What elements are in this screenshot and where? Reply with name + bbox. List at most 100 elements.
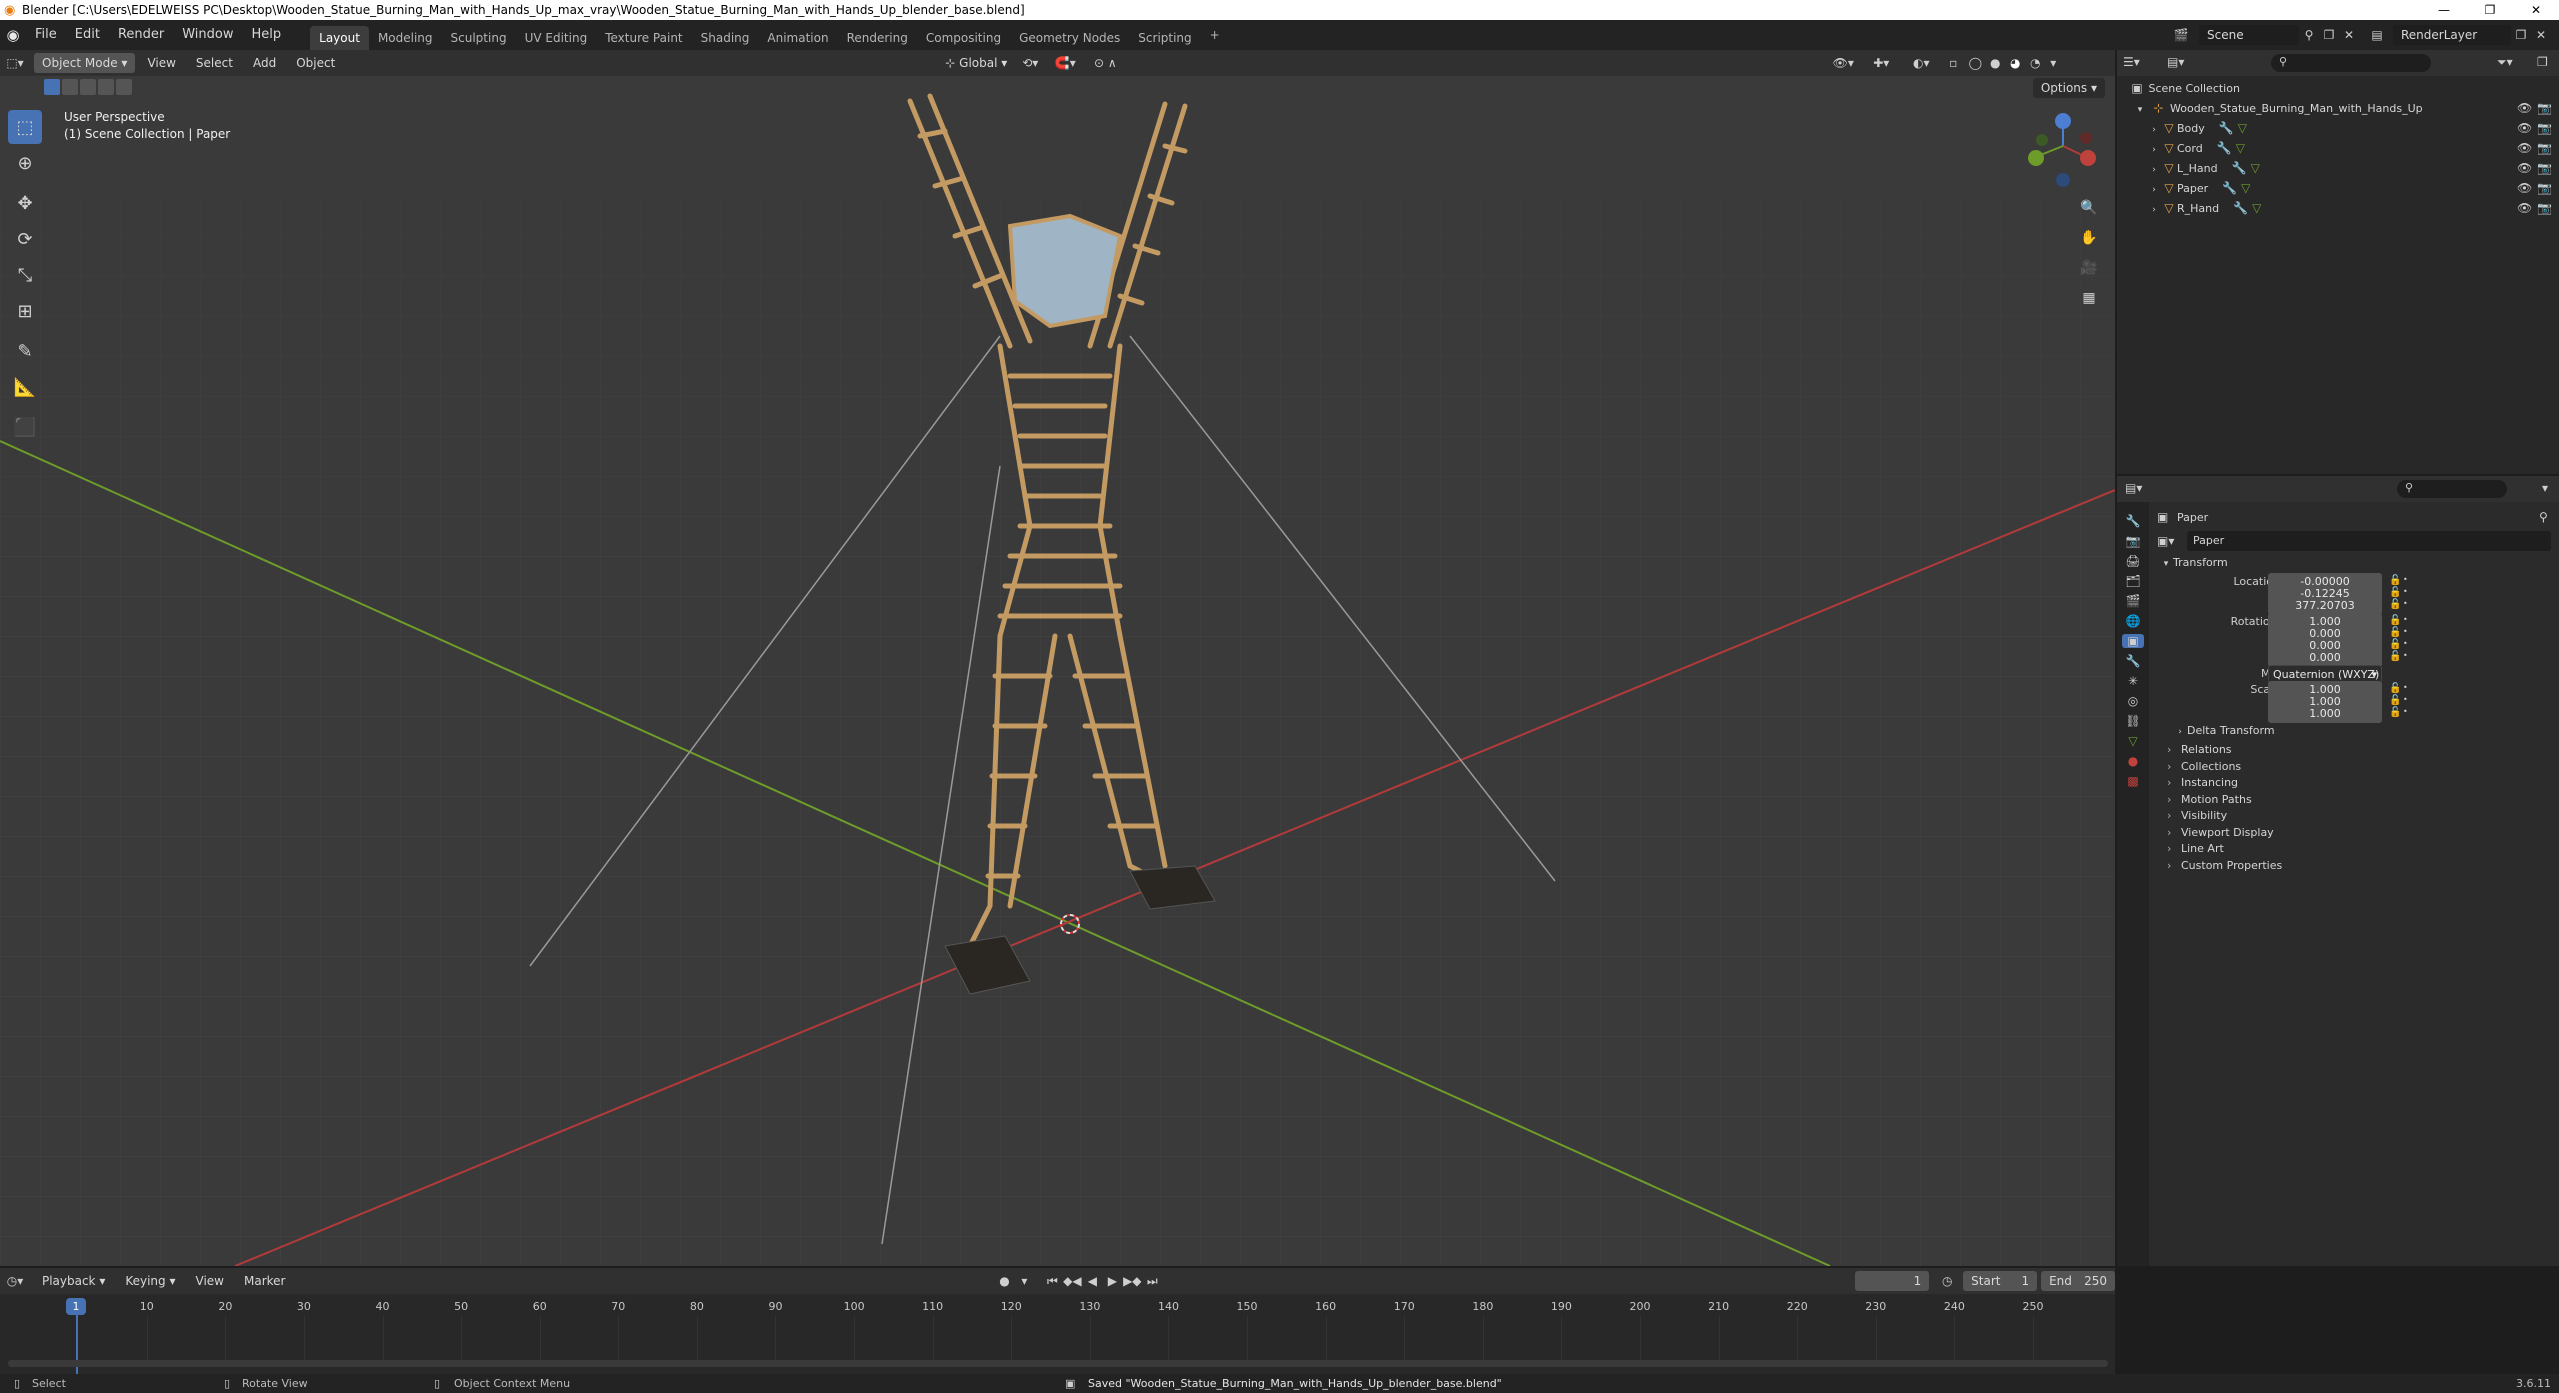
play-icon[interactable]: ▶ (1102, 1274, 1122, 1288)
render-camera-icon[interactable]: 📷 (2537, 178, 2552, 198)
xray-icon[interactable]: ▫ (1941, 56, 1965, 70)
proportional-edit-icon[interactable]: ⊙ ∧ (1085, 56, 1125, 70)
scene-field[interactable]: Scene (2199, 25, 2299, 45)
menu-edit[interactable]: Edit (66, 20, 109, 50)
jump-keyframe-forward-icon[interactable]: ▶◆ (1122, 1274, 1142, 1288)
pin-icon[interactable]: ⚲ (2299, 28, 2319, 42)
outliner-object-row[interactable]: › ▽ Paper 🔧 ▽ 👁 📷 (2117, 178, 2559, 198)
outliner-search-input[interactable]: ⚲ (2271, 54, 2431, 72)
auto-keying-icon[interactable]: ● (992, 1274, 1016, 1288)
visibility-eye-icon[interactable]: 👁 (2517, 118, 2532, 138)
transform-orientation-dropdown[interactable]: ⊹ Global ▾ (937, 53, 1015, 73)
gizmo-z-axis-icon[interactable] (2055, 113, 2071, 129)
gizmo-y-axis-icon[interactable] (2028, 150, 2044, 166)
menu-help[interactable]: Help (243, 20, 291, 50)
select-invert-icon[interactable] (98, 79, 114, 95)
visibility-eye-icon[interactable]: 👁 (2517, 178, 2532, 198)
lock-icon[interactable]: 🔓 (2389, 599, 2401, 610)
render-camera-icon[interactable]: 📷 (2537, 198, 2552, 218)
keyframe-dot-icon[interactable]: • (2403, 627, 2408, 636)
annotate-tool-icon[interactable]: ✎ (8, 334, 42, 368)
expand-chevron-icon[interactable]: › (2147, 160, 2161, 180)
close-button[interactable]: ✕ (2513, 0, 2559, 20)
keyframe-dot-icon[interactable]: • (2403, 575, 2408, 584)
workspace-tab-texture-paint[interactable]: Texture Paint (596, 26, 691, 50)
scale-z-field[interactable]: 1.000 (2268, 705, 2382, 723)
blender-menu-icon[interactable]: ◉ (0, 26, 26, 44)
panel-viewport-display[interactable]: › Viewport Display (2159, 825, 2551, 840)
display-mode-icon[interactable]: ▤▾ (2167, 55, 2184, 69)
end-frame-field[interactable]: End 250 (2041, 1271, 2116, 1291)
outliner-editor-type-icon[interactable]: ☰▾ (2123, 55, 2140, 69)
physics-tab-icon[interactable]: ◎ (2128, 694, 2138, 708)
outliner-object-row[interactable]: › ▽ Body 🔧 ▽ 👁 📷 (2117, 118, 2559, 138)
3d-viewport[interactable]: User Perspective (1) Scene Collection | … (0, 76, 2115, 1266)
expand-chevron-icon[interactable]: › (2147, 180, 2161, 200)
rotate-tool-icon[interactable]: ⟳ (8, 222, 42, 256)
preview-range-clock-icon[interactable]: ◷ (1935, 1274, 1959, 1288)
lock-icon[interactable]: 🔓 (2389, 639, 2401, 650)
overlay-icon[interactable]: ◐▾ (1901, 56, 1941, 70)
current-frame-field[interactable]: 1 (1855, 1271, 1930, 1291)
delta-transform-subpanel[interactable]: › Delta Transform (2173, 724, 2274, 737)
keyframe-dot-icon[interactable]: • (2403, 651, 2408, 660)
keyframe-dot-icon[interactable]: • (2403, 695, 2408, 704)
render-camera-icon[interactable]: 📷 (2537, 118, 2552, 138)
pivot-icon[interactable]: ⟲▾ (1015, 56, 1045, 70)
ortho-toggle-icon[interactable]: ▦ (2075, 284, 2103, 312)
texture-tab-icon[interactable]: ▩ (2127, 774, 2138, 788)
jump-end-icon[interactable]: ⏭ (1142, 1274, 1162, 1289)
constraints-tab-icon[interactable]: ⛓ (2125, 714, 2140, 728)
collapse-chevron-icon[interactable]: ▾ (2133, 100, 2147, 120)
panel-visibility[interactable]: › Visibility (2159, 808, 2551, 823)
workspace-tab-geometry-nodes[interactable]: Geometry Nodes (1010, 26, 1129, 50)
keying-menu[interactable]: Keying ▾ (117, 1271, 183, 1291)
timeline-area[interactable]: 10 20 30 40 50 60 70 80 90 100 110 120 130 140 150 160 1… (0, 1294, 2115, 1374)
data-tab-icon[interactable]: ▽ (2128, 734, 2137, 748)
visibility-eye-icon[interactable]: 👁 (2517, 138, 2532, 158)
scene-tab-icon[interactable]: 🎬 (2126, 594, 2141, 608)
transform-tool-icon[interactable]: ⊞ (8, 294, 42, 328)
lock-icon[interactable]: 🔓 (2389, 695, 2401, 706)
camera-view-icon[interactable]: 🎥 (2075, 254, 2103, 282)
panel-motion-paths[interactable]: › Motion Paths (2159, 792, 2551, 807)
statue-head-lantern[interactable] (1007, 213, 1123, 329)
jump-keyframe-back-icon[interactable]: ◆◀ (1062, 1274, 1082, 1288)
lock-icon[interactable]: 🔓 (2389, 651, 2401, 662)
gizmo-icon[interactable]: ✚▾ (1861, 56, 1901, 70)
visibility-eye-icon[interactable]: 👁 (2517, 98, 2532, 118)
playhead-frame-badge[interactable]: 1 (66, 1298, 86, 1315)
view-layer-tab-icon[interactable]: 🗂 (2125, 574, 2140, 588)
outliner-root-row[interactable]: ▣ Scene Collection (2117, 78, 2559, 98)
play-reverse-icon[interactable]: ◀ (1082, 1274, 1102, 1288)
workspace-tab-scripting[interactable]: Scripting (1129, 26, 1200, 50)
material-shading-icon[interactable]: ◕ (2005, 56, 2025, 70)
outliner-collection-row[interactable]: ▾ ⊹ Wooden_Statue_Burning_Man_with_Hands… (2117, 98, 2559, 118)
render-camera-icon[interactable]: 📷 (2537, 158, 2552, 178)
new-scene-icon[interactable]: ❐ (2319, 28, 2339, 42)
keyframe-dot-icon[interactable]: • (2403, 683, 2408, 692)
pin-properties-icon[interactable]: ⚲ (2539, 510, 2548, 524)
outliner-object-row[interactable]: › ▽ L_Hand 🔧 ▽ 👁 📷 (2117, 158, 2559, 178)
keyframe-dot-icon[interactable]: • (2403, 707, 2408, 716)
new-layer-icon[interactable]: ❐ (2511, 28, 2531, 42)
gizmo-x-axis-icon[interactable] (2080, 150, 2096, 166)
menu-select[interactable]: Select (188, 53, 241, 73)
wireframe-shading-icon[interactable]: ◯ (1965, 56, 1985, 70)
minimize-button[interactable]: — (2421, 0, 2467, 20)
workspace-tab-layout[interactable]: Layout (310, 26, 369, 50)
panel-line-art[interactable]: › Line Art (2159, 841, 2551, 856)
lock-icon[interactable]: 🔓 (2389, 615, 2401, 626)
select-extend-icon[interactable] (62, 79, 78, 95)
workspace-tab-sculpting[interactable]: Sculpting (442, 26, 516, 50)
workspace-tab-uv-editing[interactable]: UV Editing (516, 26, 597, 50)
keyframe-dot-icon[interactable]: • (2403, 587, 2408, 596)
panel-collections[interactable]: › Collections (2159, 759, 2551, 774)
lock-icon[interactable]: 🔓 (2389, 683, 2401, 694)
expand-chevron-icon[interactable]: › (2147, 200, 2161, 220)
render-camera-icon[interactable]: 📷 (2537, 138, 2552, 158)
new-collection-icon[interactable]: ❐ (2537, 55, 2548, 69)
expand-chevron-icon[interactable]: › (2147, 120, 2161, 140)
solid-shading-icon[interactable]: ● (1985, 56, 2005, 70)
start-frame-field[interactable]: Start 1 (1963, 1271, 2038, 1291)
